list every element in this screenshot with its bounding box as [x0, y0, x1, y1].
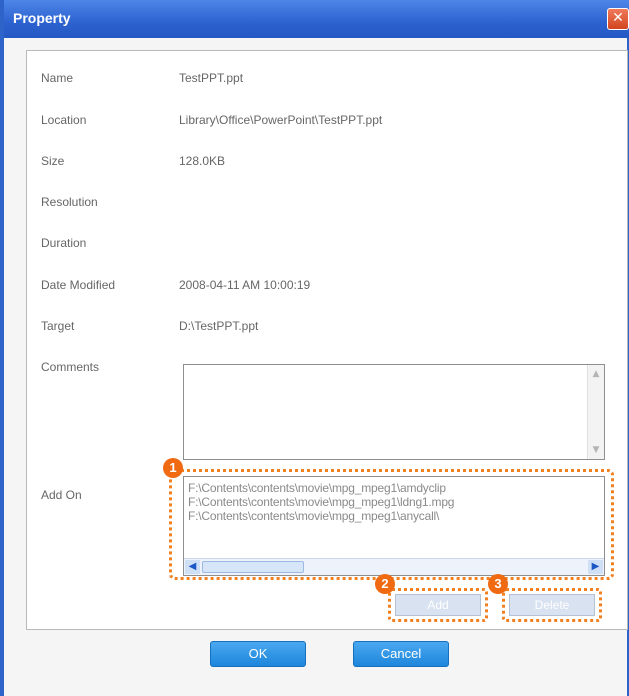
addon-list[interactable]: F:\Contents\contents\movie\mpg_mpeg1\amd… [183, 476, 605, 576]
addon-item[interactable]: F:\Contents\contents\movie\mpg_mpeg1\amd… [188, 481, 446, 495]
scroll-left-icon[interactable]: ◀ [185, 560, 200, 574]
name-label: Name [41, 71, 74, 85]
comments-vertical-scrollbar[interactable]: ▲ ▼ [587, 365, 604, 459]
delete-button[interactable]: Delete [509, 594, 595, 616]
scroll-down-icon[interactable]: ▼ [589, 443, 603, 457]
size-value: 128.0KB [179, 154, 226, 168]
target-label: Target [41, 319, 75, 333]
location-label: Location [41, 113, 87, 127]
addon-item[interactable]: F:\Contents\contents\movie\mpg_mpeg1\any… [188, 509, 439, 523]
duration-label: Duration [41, 236, 87, 250]
step-badge-3: 3 [488, 574, 508, 594]
scrollbar-thumb[interactable] [202, 561, 304, 573]
cancel-button[interactable]: Cancel [353, 641, 449, 667]
step-badge-1: 1 [163, 458, 183, 478]
property-dialog: Property ✕ Name TestPPT.ppt Location Lib… [0, 0, 629, 696]
comments-textarea[interactable]: ▲ ▼ [183, 364, 605, 460]
dialog-title: Property [13, 10, 71, 26]
add-button[interactable]: Add [395, 594, 481, 616]
name-value: TestPPT.ppt [179, 71, 244, 85]
ok-button[interactable]: OK [210, 641, 306, 667]
scroll-right-icon[interactable]: ▶ [588, 560, 603, 574]
comments-label: Comments [41, 360, 100, 374]
location-value: Library\Office\PowerPoint\TestPPT.ppt [179, 113, 383, 127]
scroll-up-icon[interactable]: ▲ [589, 367, 603, 381]
step-badge-2: 2 [375, 574, 395, 594]
resolution-label: Resolution [41, 195, 98, 209]
addon-label: Add On [41, 488, 82, 502]
addon-item[interactable]: F:\Contents\contents\movie\mpg_mpeg1\ldn… [188, 495, 454, 509]
size-label: Size [41, 154, 65, 168]
date-modified-label: Date Modified [41, 278, 116, 292]
target-value: D:\TestPPT.ppt [179, 319, 259, 333]
date-modified-value: 2008-04-11 AM 10:00:19 [179, 278, 311, 292]
addon-horizontal-scrollbar[interactable]: ◀ ▶ [184, 558, 604, 575]
close-icon[interactable]: ✕ [607, 8, 629, 30]
title-bar: Property ✕ [4, 0, 629, 38]
properties-panel: Name TestPPT.ppt Location Library\Office… [26, 50, 628, 630]
